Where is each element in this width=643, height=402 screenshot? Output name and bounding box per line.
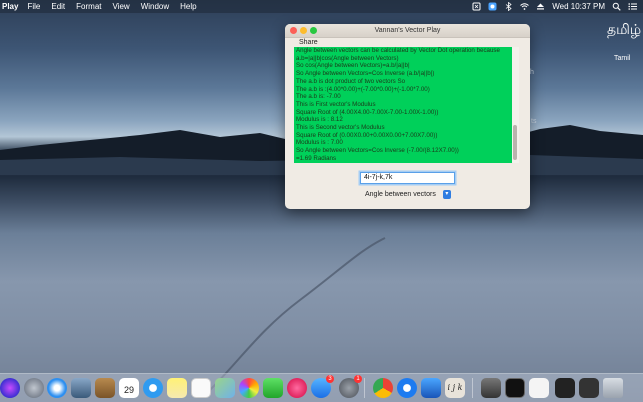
- window-thumb-icon[interactable]: [579, 378, 599, 398]
- notes-icon[interactable]: [167, 378, 187, 398]
- output-line: So Angle between Vectors=Cos Inverse (a.…: [296, 70, 435, 78]
- window-close-button[interactable]: [290, 27, 297, 34]
- xcode-icon[interactable]: [421, 378, 441, 398]
- operation-select-value: Angle between vectors: [365, 190, 436, 198]
- output-line: Square Root of (0.00X0.00+0.00X0.00+7.00…: [296, 131, 438, 139]
- status-shield-icon[interactable]: [472, 2, 481, 11]
- operation-select[interactable]: Angle between vectors ▾: [365, 188, 451, 200]
- app-store-icon[interactable]: 3: [311, 375, 334, 398]
- calendar-day-text: 29: [123, 385, 134, 395]
- app-store-badge: 3: [326, 375, 334, 383]
- output-line: So Angle between Vectors=Cos Inverse (-7…: [296, 147, 459, 155]
- output-line: Square Root of (4.00X4.00-7.00X-7.00-1.0…: [296, 108, 439, 116]
- window-title: Vannan's Vector Play: [374, 27, 441, 34]
- output-line: Angle between vectors can be calculated …: [296, 47, 500, 54]
- desktop-tamil-label[interactable]: Tamil: [614, 55, 630, 62]
- window-thumb-icon[interactable]: [529, 378, 549, 398]
- vector-play-dock-label: i j k: [447, 383, 463, 392]
- system-preferences-icon[interactable]: 1: [339, 375, 362, 398]
- maps-icon[interactable]: [215, 378, 235, 398]
- output-line: The a.b is: -7.00: [296, 93, 341, 101]
- siri-icon[interactable]: [0, 378, 20, 398]
- window-thumb-icon[interactable]: [555, 378, 575, 398]
- launchpad-icon[interactable]: [24, 378, 44, 398]
- vector-play-icon[interactable]: i j k: [445, 378, 465, 398]
- spotlight-search-icon[interactable]: [612, 2, 621, 11]
- output-line: The a.b is :(4.00*0.00)+(-7.00*0.00)+(-1…: [296, 85, 430, 93]
- teamviewer-icon[interactable]: [397, 378, 417, 398]
- reminders-icon[interactable]: [191, 378, 211, 398]
- result-output-area[interactable]: Angle between vectors can be calculated …: [294, 47, 512, 163]
- window-minimize-button[interactable]: [300, 27, 307, 34]
- output-line: Modulus is : 7.00: [296, 139, 343, 147]
- facetime-icon[interactable]: [263, 378, 283, 398]
- wifi-icon[interactable]: [520, 2, 530, 11]
- trash-icon[interactable]: [603, 378, 623, 398]
- menu-clock[interactable]: Wed 10:37 PM: [552, 0, 605, 13]
- dock: 29 3 1 i j k: [0, 373, 643, 402]
- window-maximize-button[interactable]: [310, 27, 317, 34]
- menu-file[interactable]: File: [27, 0, 40, 13]
- scrollbar-thumb[interactable]: [513, 125, 517, 160]
- bluetooth-icon[interactable]: [504, 1, 513, 12]
- chrome-icon[interactable]: [373, 378, 393, 398]
- output-scrollbar[interactable]: [512, 47, 519, 163]
- photos-icon[interactable]: [239, 378, 259, 398]
- eject-icon[interactable]: [536, 2, 545, 11]
- notes-book-icon[interactable]: [95, 378, 115, 398]
- menu-edit[interactable]: Edit: [51, 0, 65, 13]
- vector-input-field[interactable]: [360, 172, 455, 184]
- output-line: a.b=|a||b|cos(Angle between Vectors): [296, 54, 399, 62]
- window-titlebar[interactable]: Vannan's Vector Play: [285, 24, 530, 38]
- desktop-partial-label: ts: [531, 118, 537, 125]
- chevron-down-icon[interactable]: ▾: [442, 189, 451, 199]
- dock-separator: [472, 378, 473, 398]
- menu-view[interactable]: View: [113, 0, 130, 13]
- menu-window[interactable]: Window: [141, 0, 169, 13]
- calendar-icon[interactable]: 29: [119, 378, 139, 398]
- status-app-icon[interactable]: [488, 2, 497, 11]
- menu-app-name[interactable]: Play: [2, 0, 18, 13]
- output-line: So cos(Angle between Vectors)=a.b/|a||b|: [296, 62, 410, 70]
- output-line: =1.69 Radians: [296, 154, 337, 162]
- photo-preview-icon[interactable]: [71, 378, 91, 398]
- output-line: The a.b is dot product of two vectors So: [296, 77, 406, 85]
- output-line: Modulus is : 8.12: [296, 116, 343, 124]
- safari-icon[interactable]: [47, 378, 67, 398]
- share-button[interactable]: Share: [299, 39, 318, 46]
- output-line: This is First vector's Modulus: [296, 100, 376, 108]
- sysprefs-badge: 1: [354, 375, 362, 383]
- output-line: This is Second vector's Modulus: [296, 124, 385, 132]
- music-icon[interactable]: [287, 378, 307, 398]
- vector-play-window: Vannan's Vector Play Share Angle between…: [285, 24, 530, 209]
- terminal-icon[interactable]: [505, 378, 525, 398]
- dock-separator: [364, 378, 365, 398]
- menu-bar: Play File Edit Format View Window Help W…: [0, 0, 643, 13]
- messages-icon[interactable]: [143, 378, 163, 398]
- menu-help[interactable]: Help: [180, 0, 196, 13]
- preview-icon[interactable]: [481, 378, 501, 398]
- notification-center-icon[interactable]: [628, 2, 637, 11]
- desktop-tamil-large-text: தமிழ்: [607, 22, 642, 38]
- menu-format[interactable]: Format: [76, 0, 101, 13]
